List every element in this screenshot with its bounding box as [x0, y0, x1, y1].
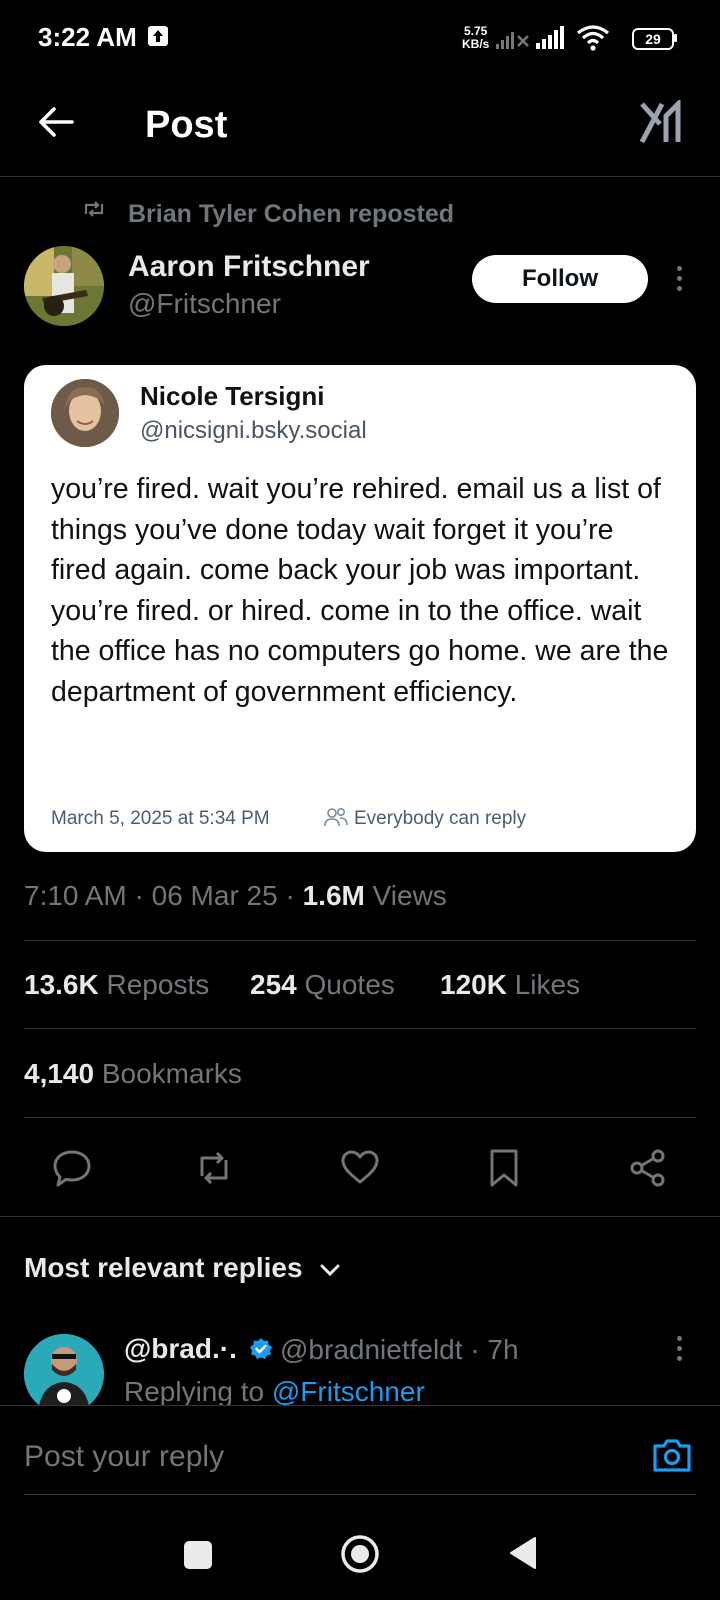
header-divider	[0, 176, 720, 177]
camera-icon[interactable]	[652, 1437, 692, 1473]
quotes-count: 254	[250, 969, 297, 1000]
signal-off-icon	[496, 32, 529, 49]
repost-icon	[84, 201, 104, 217]
grok-icon[interactable]	[640, 100, 682, 144]
composer-bottom-divider	[24, 1494, 696, 1495]
bookmarks-count: 4,140	[24, 1058, 95, 1089]
card-body-text: you’re fired. wait you’re rehired. email…	[51, 473, 669, 708]
likes-label: Likes	[514, 969, 581, 1000]
author-avatar[interactable]	[24, 246, 104, 326]
bookmarks-label: Bookmarks	[101, 1058, 242, 1089]
repost-action-icon[interactable]	[194, 1148, 234, 1188]
follow-button[interactable]: Follow	[472, 255, 648, 303]
reply-author-name-text: @brad.·.	[124, 1333, 237, 1364]
meta-divider	[24, 940, 696, 941]
network-speed: 5.75 KB/s	[462, 25, 489, 51]
author-handle[interactable]: @Fritschner	[128, 288, 281, 320]
views-count: 1.6M	[302, 880, 365, 911]
network-speed-unit: KB/s	[462, 37, 490, 51]
likes-count: 120K	[440, 969, 507, 1000]
wifi-icon	[577, 25, 609, 51]
bookmark-icon[interactable]	[484, 1148, 524, 1188]
status-time: 3:22 AM	[38, 22, 137, 52]
page-title: Post	[145, 104, 228, 146]
post-meta: 7:10 AM · 06 Mar 25 · 1.6M Views	[24, 880, 447, 911]
quotes-stat[interactable]: 254 Quotes	[250, 969, 395, 1001]
battery-tip	[674, 34, 677, 42]
back-button[interactable]	[508, 1536, 538, 1570]
post-date: 06 Mar 25	[151, 880, 278, 911]
author-name[interactable]: Aaron Fritschner	[128, 250, 370, 284]
post-image-card[interactable]: Nicole Tersigni @nicsigni.bsky.social yo…	[24, 365, 696, 852]
views-label: Views	[372, 880, 447, 911]
bookmarks-stat[interactable]: 4,140 Bookmarks	[24, 1058, 242, 1090]
post-more-options-icon[interactable]	[677, 266, 683, 294]
quotes-label: Quotes	[304, 969, 395, 1000]
upload-icon	[148, 26, 168, 46]
reply-avatar[interactable]	[24, 1334, 104, 1414]
reposts-count: 13.6K	[24, 969, 99, 1000]
reply-author-handle[interactable]: @bradnietfeldt · 7h	[280, 1334, 519, 1366]
share-icon[interactable]	[628, 1148, 668, 1188]
replying-to-link[interactable]: @Fritschner	[272, 1376, 425, 1407]
back-arrow-icon[interactable]	[38, 106, 74, 138]
post-time: 7:10 AM	[24, 880, 127, 911]
actions-divider	[0, 1216, 720, 1217]
battery-indicator: 29	[632, 28, 674, 50]
reposts-stat[interactable]: 13.6K Reposts	[24, 969, 209, 1001]
people-icon	[324, 807, 348, 827]
reposts-label: Reposts	[106, 969, 210, 1000]
reply-input[interactable]	[24, 1440, 584, 1474]
replying-prefix: Replying to	[124, 1376, 265, 1407]
card-reply-setting: Everybody can reply	[354, 808, 527, 829]
reply-more-options-icon[interactable]	[677, 1336, 683, 1364]
home-button[interactable]	[340, 1534, 380, 1574]
repost-label: Brian Tyler Cohen reposted	[128, 200, 454, 228]
card-author-name: Nicole Tersigni	[140, 381, 325, 411]
composer-top-divider	[0, 1405, 720, 1406]
recent-apps-button[interactable]	[184, 1541, 212, 1569]
chevron-down-icon	[320, 1264, 340, 1276]
replies-heading: Most relevant replies	[24, 1252, 303, 1283]
like-heart-icon[interactable]	[340, 1148, 380, 1188]
bookmarks-divider	[24, 1117, 696, 1118]
reply-icon[interactable]	[52, 1148, 92, 1188]
likes-stat[interactable]: 120K Likes	[440, 969, 580, 1001]
replies-sort-dropdown[interactable]: Most relevant replies	[24, 1252, 340, 1284]
reply-author-name[interactable]: @brad.·.	[124, 1333, 273, 1365]
replying-to-line: Replying to @Fritschner	[124, 1376, 425, 1408]
stats-divider	[24, 1028, 696, 1029]
card-avatar	[51, 379, 119, 447]
card-timestamp: March 5, 2025 at 5:34 PM	[51, 808, 270, 829]
signal-icon	[536, 26, 564, 49]
card-author-handle: @nicsigni.bsky.social	[140, 417, 367, 444]
verified-badge-icon	[249, 1338, 272, 1359]
